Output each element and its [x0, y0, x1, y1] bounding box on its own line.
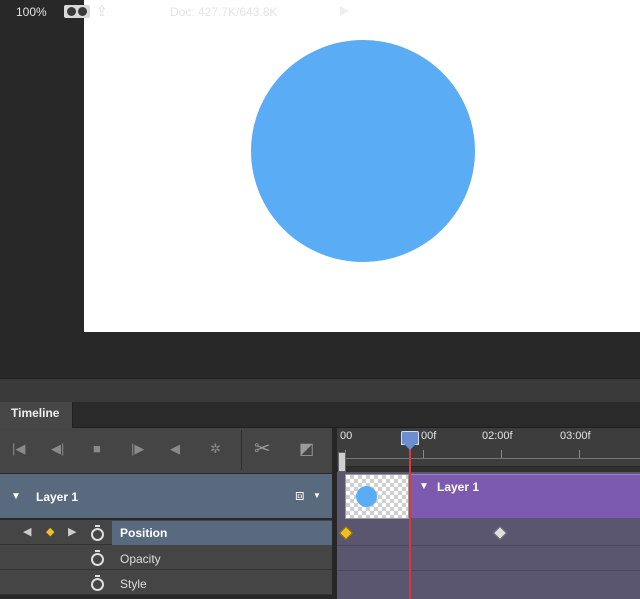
collapse-layer-bar-icon[interactable]: ▼	[419, 481, 429, 492]
status-bar	[0, 378, 640, 403]
split-at-playhead-icon[interactable]: ✂	[254, 436, 271, 461]
ruler-tick-label: 00f	[421, 430, 437, 442]
ruler-tick-label: 00	[340, 430, 353, 442]
proof-setup-icon[interactable]	[64, 5, 90, 18]
ruler-baseline	[345, 458, 640, 459]
playhead-handle-tip	[404, 444, 416, 450]
ruler-tick	[579, 450, 580, 458]
expand-layer-icon[interactable]: ▼	[11, 491, 21, 502]
layer-name: Layer 1	[36, 490, 79, 504]
playhead-handle[interactable]	[401, 431, 419, 445]
ruler-tick	[501, 450, 502, 458]
property-row-opacity[interactable]	[0, 545, 332, 570]
track-divider	[337, 545, 640, 546]
share-icon[interactable]: ⇪	[96, 3, 108, 20]
settings-icon[interactable]: ✲	[210, 441, 221, 457]
property-label-position: Position	[120, 526, 168, 540]
previous-frame-icon[interactable]: ◀|	[51, 441, 64, 457]
stopwatch-icon[interactable]	[91, 575, 104, 591]
film-strip-icon[interactable]: ⧈	[295, 487, 305, 504]
document-size: Doc: 427.7K/643.8K	[170, 5, 278, 19]
ruler-tick-label: 03:00f	[560, 430, 591, 442]
status-menu-arrow-icon[interactable]: ▶	[340, 3, 349, 17]
property-label-opacity: Opacity	[120, 552, 161, 566]
playhead-line	[409, 443, 411, 599]
track-divider	[337, 570, 640, 571]
next-frame-icon[interactable]: |▶	[131, 441, 144, 457]
panel-tab-bar	[0, 402, 640, 428]
audio-icon[interactable]: ◀	[170, 441, 180, 457]
go-to-first-frame-icon[interactable]: |◀	[12, 441, 25, 457]
previous-keyframe-icon[interactable]: ◀	[23, 525, 31, 538]
ruler-tick	[423, 450, 424, 458]
ruler-tick-label: 02:00f	[482, 430, 513, 442]
property-row-style[interactable]	[0, 570, 332, 595]
stop-icon[interactable]: ■	[93, 441, 101, 456]
playback-controls	[0, 428, 332, 474]
stopwatch-icon[interactable]	[91, 525, 104, 541]
next-keyframe-icon[interactable]: ▶	[68, 525, 76, 538]
layer-thumbnail-circle	[356, 486, 377, 507]
layer-bar-label: Layer 1	[437, 480, 480, 494]
work-area-start-handle[interactable]	[338, 452, 346, 472]
layer-thumbnail[interactable]	[345, 474, 409, 519]
stopwatch-icon[interactable]	[91, 550, 104, 566]
tab-timeline-label: Timeline	[11, 406, 60, 420]
blue-circle-shape[interactable]	[251, 40, 475, 262]
zoom-level[interactable]: 100%	[16, 5, 47, 19]
property-label-style: Style	[120, 577, 147, 591]
controls-separator	[241, 430, 242, 470]
transition-icon[interactable]: ◩	[299, 439, 314, 459]
add-keyframe-icon[interactable]: ◆	[46, 525, 54, 538]
chevron-down-icon[interactable]: ▼	[313, 491, 321, 500]
